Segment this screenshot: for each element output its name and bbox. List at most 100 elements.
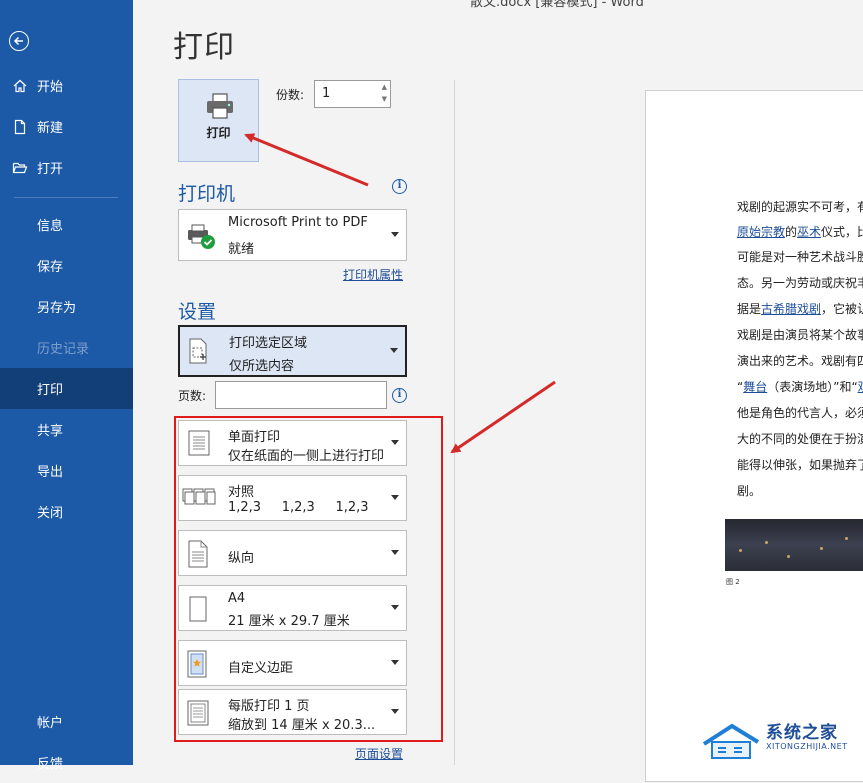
- nav-item-history: 历史记录: [37, 342, 90, 357]
- pages-per-sheet-subtitle: 缩放到 14 厘米 x 20.3...: [228, 718, 376, 733]
- paper-size-icon: [188, 595, 208, 627]
- print-preview-page[interactable]: 戏剧的起源实不可考，有 原始宗教的巫术仪式，比 可能是对一种艺术战斗胜 态。另一…: [645, 90, 863, 782]
- stepper-up-icon[interactable]: ▲: [382, 83, 387, 91]
- open-folder-icon: [12, 160, 28, 176]
- margins-dropdown[interactable]: 自定义边距: [178, 640, 407, 686]
- nav-item-save-as[interactable]: 另存为: [0, 286, 133, 327]
- house-logo-icon: [702, 723, 760, 759]
- portrait-page-icon: [187, 539, 209, 573]
- printer-properties-link[interactable]: 打印机属性: [343, 266, 403, 283]
- print-button-label: 打印: [206, 126, 231, 140]
- figure-caption: 图 2: [726, 578, 740, 586]
- printer-dropdown[interactable]: Microsoft Print to PDF 就绪: [178, 209, 407, 261]
- collate-subtitle: 1,2,3 1,2,3 1,2,3: [228, 500, 369, 515]
- pages-label: 页数:: [178, 389, 207, 403]
- print-button[interactable]: 打印: [178, 79, 259, 162]
- collate-title: 对照: [228, 485, 255, 500]
- sides-title: 单面打印: [228, 430, 281, 445]
- preview-line: 能得以伸张，如果抛弃了: [737, 458, 863, 472]
- nav-item-export[interactable]: 导出: [0, 450, 133, 491]
- preview-line: 他是角色的代言人，必须: [737, 406, 863, 420]
- preview-figure-image: [725, 519, 863, 571]
- printer-heading: 打印机: [178, 183, 236, 205]
- nav-item-close[interactable]: 关闭: [0, 491, 133, 532]
- orientation-dropdown[interactable]: 纵向: [178, 530, 407, 576]
- preview-link[interactable]: 古希腊戏剧: [761, 302, 821, 316]
- print-range-title: 打印选定区域: [229, 336, 308, 351]
- copies-stepper[interactable]: 1 ▲ ▼: [314, 80, 391, 108]
- preview-line: 演出来的艺术。戏剧有四: [737, 354, 863, 368]
- nav-item-new[interactable]: 新建: [0, 106, 133, 147]
- chevron-down-icon: [391, 495, 399, 500]
- pages-per-sheet-dropdown[interactable]: 每版打印 1 页 缩放到 14 厘米 x 20.3...: [178, 689, 407, 735]
- nav-item-home[interactable]: 开始: [0, 65, 133, 106]
- nav-item-info[interactable]: 信息: [0, 204, 133, 245]
- window-title: 散文.docx [兼容模式] - Word: [470, 0, 644, 10]
- pages-per-sheet-icon: [186, 699, 210, 731]
- page-setup-link[interactable]: 页面设置: [355, 745, 403, 762]
- watermark-title: 系统之家: [766, 723, 838, 743]
- collate-dropdown[interactable]: 对照 1,2,3 1,2,3 1,2,3: [178, 475, 407, 521]
- sides-dropdown[interactable]: 单面打印 仅在纸面的一侧上进行打印: [178, 420, 407, 466]
- backstage-nav: 开始 新建 打开 信息 保存 另存为 历史记录 打印 共享 导出 关闭 帐户 反…: [0, 0, 133, 772]
- preview-line: 据是古希腊戏剧，它被认: [737, 302, 863, 316]
- nav-item-save[interactable]: 保存: [0, 245, 133, 286]
- paper-size-subtitle: 21 厘米 x 29.7 厘米: [228, 614, 350, 629]
- copies-label: 份数:: [276, 88, 305, 102]
- collated-icon: [182, 486, 216, 514]
- paper-size-dropdown[interactable]: A4 21 厘米 x 29.7 厘米: [178, 585, 407, 631]
- printer-ready-icon: [186, 222, 218, 256]
- copies-value: 1: [322, 86, 331, 101]
- pages-input[interactable]: [215, 381, 387, 409]
- preview-line: 原始宗教的巫术仪式，比: [737, 225, 863, 239]
- preview-link[interactable]: 巫术: [797, 225, 821, 239]
- arrow-to-print-button: [244, 133, 369, 187]
- nav-divider: [14, 197, 118, 198]
- pane-divider: [454, 80, 455, 765]
- stepper-down-icon[interactable]: ▼: [382, 95, 387, 103]
- nav-item-share[interactable]: 共享: [0, 409, 133, 450]
- preview-line: 态。另一为劳动或庆祝丰: [737, 276, 863, 290]
- chevron-down-icon: [391, 709, 399, 714]
- printer-name: Microsoft Print to PDF: [228, 215, 368, 230]
- pages-per-sheet-title: 每版打印 1 页: [228, 699, 310, 714]
- selection-page-icon: [186, 337, 210, 369]
- new-document-icon: [12, 119, 28, 135]
- nav-item-feedback[interactable]: 反馈: [0, 742, 133, 783]
- margins-title: 自定义边距: [228, 661, 294, 676]
- preview-line: 戏剧的起源实不可考，有: [737, 200, 863, 214]
- preview-link[interactable]: 原始宗教: [737, 225, 785, 239]
- info-icon[interactable]: i: [392, 388, 407, 403]
- custom-margins-icon: [186, 649, 208, 683]
- chevron-down-icon: [391, 232, 399, 237]
- chevron-down-icon: [391, 660, 399, 665]
- paper-size-title: A4: [228, 591, 246, 606]
- print-range-dropdown[interactable]: 打印选定区域 仅所选内容: [178, 325, 407, 377]
- back-arrow-icon[interactable]: [9, 31, 29, 51]
- chevron-down-icon: [391, 440, 399, 445]
- arrow-to-settings-box: [450, 380, 556, 454]
- preview-link[interactable]: 舞台: [743, 380, 767, 394]
- home-icon: [12, 78, 28, 94]
- orientation-title: 纵向: [228, 551, 255, 566]
- preview-link[interactable]: 观: [858, 380, 863, 394]
- printer-status: 就绪: [228, 242, 255, 257]
- preview-line: “舞台（表演场地）”和“观: [737, 378, 863, 395]
- preview-line: 大的不同的处便在于扮演: [737, 432, 863, 446]
- sides-subtitle: 仅在纸面的一侧上进行打印: [228, 449, 385, 464]
- chevron-down-icon: [391, 605, 399, 610]
- nav-item-open[interactable]: 打开: [0, 147, 133, 188]
- print-range-subtitle: 仅所选内容: [229, 359, 295, 374]
- preview-line: 戏剧是由演员将某个故事: [737, 328, 863, 342]
- site-watermark: 系统之家 XITONGZHIJIA.NET: [700, 716, 863, 765]
- info-icon[interactable]: i: [392, 179, 407, 194]
- preview-line: 可能是对一种艺术战斗胜: [737, 250, 863, 264]
- settings-heading: 设置: [178, 301, 217, 323]
- preview-line: 剧。: [737, 484, 762, 498]
- printer-icon: [205, 92, 235, 124]
- nav-item-account[interactable]: 帐户: [0, 701, 133, 742]
- page-title: 打印: [173, 30, 235, 65]
- chevron-down-icon: [390, 348, 398, 353]
- chevron-down-icon: [391, 550, 399, 555]
- nav-item-print[interactable]: 打印: [0, 368, 133, 409]
